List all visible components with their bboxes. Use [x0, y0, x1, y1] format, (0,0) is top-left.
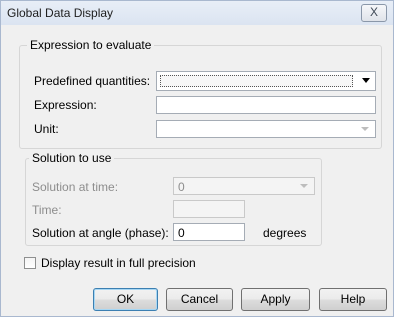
apply-button-label: Apply [260, 292, 291, 306]
expression-group-label: Expression to evaluate [27, 38, 155, 52]
unit-label: Unit: [34, 122, 59, 136]
expression-input[interactable] [156, 96, 376, 114]
expression-label: Expression: [34, 98, 97, 112]
solution-at-time-select[interactable]: 0 [173, 177, 315, 195]
time-input[interactable] [173, 200, 245, 218]
full-precision-label[interactable]: Display result in full precision [41, 256, 196, 270]
predefined-quantities-label: Predefined quantities: [34, 74, 151, 88]
focus-indicator [160, 75, 353, 87]
solution-at-time-value: 0 [178, 180, 185, 194]
time-label: Time: [32, 203, 62, 217]
full-precision-checkbox[interactable] [24, 257, 36, 269]
close-button[interactable]: X [361, 4, 387, 22]
predefined-quantities-select[interactable] [156, 71, 376, 91]
help-button-label: Help [340, 292, 366, 306]
chevron-down-icon [300, 184, 308, 188]
window-title: Global Data Display [7, 6, 114, 20]
help-button[interactable]: Help [319, 288, 387, 311]
cancel-button[interactable]: Cancel [166, 288, 233, 311]
chevron-down-icon [361, 127, 369, 131]
chevron-down-icon [362, 78, 370, 83]
ok-button[interactable]: OK [93, 288, 158, 311]
title-bar[interactable]: Global Data Display X [1, 1, 393, 25]
solution-at-time-label: Solution at time: [32, 180, 119, 194]
dialog-window: Global Data Display X Expression to eval… [0, 0, 394, 317]
angle-value: 0 [178, 226, 185, 240]
angle-unit-label: degrees [263, 226, 307, 240]
solution-group-label: Solution to use [29, 151, 115, 165]
ok-button-label: OK [116, 292, 135, 306]
close-icon: X [369, 5, 378, 19]
solution-at-angle-label: Solution at angle (phase): [32, 226, 169, 240]
unit-select[interactable] [156, 120, 376, 138]
angle-input[interactable]: 0 [173, 223, 245, 241]
apply-button[interactable]: Apply [241, 288, 310, 311]
cancel-button-label: Cancel [180, 292, 219, 306]
